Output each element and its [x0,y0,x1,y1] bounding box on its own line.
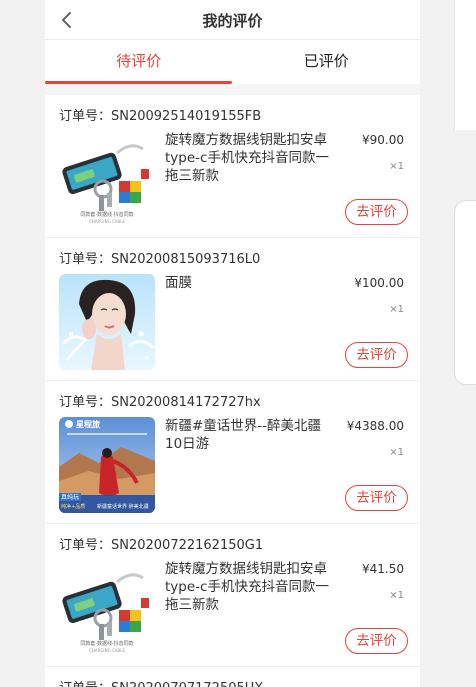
product-name[interactable]: 旋转魔方数据线钥匙扣安卓type-c手机快充抖音同款一拖三新款 [165,560,335,614]
order-item: 订单号：SN20200814172727hx 星程旅 真纯玩 纯净+品质 新疆童… [45,381,420,524]
product-price: ¥90.00 [362,133,404,147]
order-number: 订单号：SN20200722162150G1 [59,538,264,553]
product-image[interactable]: 同款套·数据线·抖音同款 CHARGING CABLE [59,560,155,656]
image-caption: 同款套·数据线·抖音同款 [80,640,133,647]
product-image[interactable] [59,274,155,370]
image-tag-one: 真纯玩 [61,493,79,501]
cable-keychain-image: 同款套·数据线·抖音同款 CHARGING CABLE [59,560,155,656]
image-subcaption: CHARGING CABLE [89,648,125,653]
order-item: 订单号：SN20092514019155FB 同款套·数据线·抖音同款 CHAR… [45,95,420,238]
product-price: ¥41.50 [362,562,404,576]
order-item: 订单号：SN20200815093716L0 面膜 ¥100.00 ×1 去评价 [45,238,420,381]
review-button[interactable]: 去评价 [345,199,408,225]
product-name[interactable]: 面膜 [165,274,335,292]
order-number: 订单号：SN20200707172505UX [59,677,263,687]
order-number: 订单号：SN20200815093716L0 [59,252,261,267]
product-image[interactable]: 星程旅 真纯玩 纯净+品质 新疆童话世界 醉美北疆 [59,417,155,513]
review-button[interactable]: 去评价 [345,342,408,368]
active-tab-indicator [45,81,232,84]
tab-bar: 待评价 已评价 [45,40,420,84]
review-button[interactable]: 去评价 [345,628,408,654]
order-number: 订单号：SN20200814172727hx [59,395,261,410]
background-window-edge [454,0,476,130]
image-slogan: 新疆童话世界 醉美北疆 [97,503,149,510]
cable-keychain-image: 同款套·数据线·抖音同款 CHARGING CABLE [59,131,155,227]
product-image[interactable]: 同款套·数据线·抖音同款 CHARGING CABLE [59,131,155,227]
product-quantity: ×1 [389,447,404,458]
product-quantity: ×1 [389,590,404,601]
product-price: ¥4388.00 [346,419,404,433]
xinjiang-travel-image: 星程旅 真纯玩 纯净+品质 新疆童话世界 醉美北疆 [59,417,155,513]
tab-reviewed[interactable]: 已评价 [233,40,421,84]
phone-screen: 我的评价 待评价 已评价 订单号：SN20092514019155FB 同款套·… [45,0,420,687]
tab-pending-review[interactable]: 待评价 [45,40,233,84]
image-brand: 星程旅 [76,419,100,429]
navigation-bar: 我的评价 [45,0,420,40]
image-caption: 同款套·数据线·抖音同款 [80,211,133,218]
order-item: 订单号：SN20200707172505UX [45,667,420,687]
face-mask-model-image [59,274,155,370]
order-item: 订单号：SN20200722162150G1 同款套·数据线·抖音同款 CHAR… [45,524,420,667]
order-number: 订单号：SN20092514019155FB [59,109,262,124]
side-scroll-handle[interactable] [454,200,476,385]
product-name[interactable]: 新疆#童话世界--醉美北疆10日游 [165,417,335,453]
product-quantity: ×1 [389,161,404,172]
order-list: 订单号：SN20092514019155FB 同款套·数据线·抖音同款 CHAR… [45,95,420,687]
product-quantity: ×1 [389,304,404,315]
product-price: ¥100.00 [354,276,404,290]
image-tag-two: 纯净+品质 [61,503,85,510]
image-subcaption: CHARGING CABLE [89,219,125,224]
review-button[interactable]: 去评价 [345,485,408,511]
product-name[interactable]: 旋转魔方数据线钥匙扣安卓type-c手机快充抖音同款一拖三新款 [165,131,335,185]
page-title: 我的评价 [202,12,263,30]
